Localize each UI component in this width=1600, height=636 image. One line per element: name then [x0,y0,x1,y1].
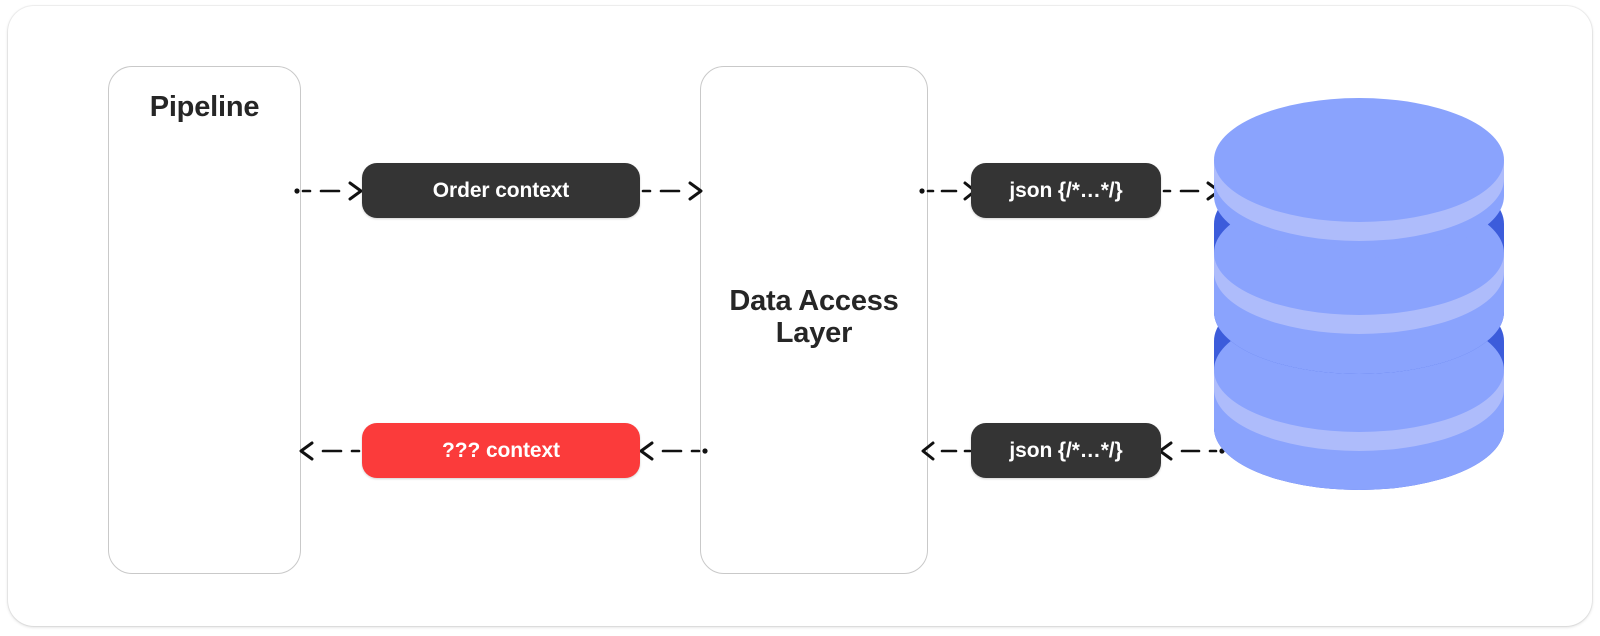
pipeline-container[interactable]: Pipeline [108,66,301,574]
connector-data-access-layer-to-unknown-context [633,439,709,463]
data-access-layer-label-line1: Data Access [729,285,899,317]
json-request-label: json {/*…*/} [1009,178,1123,202]
unknown-context-label: ??? context [442,438,560,462]
database-disk-top [1214,98,1504,258]
diagram-canvas: Pipeline Data Access Layer Order context… [8,6,1592,626]
data-access-layer-label-line2: Layer [775,317,853,350]
diagram-stage: Pipeline Data Access Layer Order context… [8,6,1592,626]
json-request-node[interactable]: json {/*…*/} [971,163,1161,218]
connector-order-context-to-data-access-layer [633,179,709,203]
pipeline-label: Pipeline [149,91,260,123]
json-response-label: json {/*…*/} [1009,438,1123,462]
connector-unknown-context-to-pipeline [293,439,369,463]
database-cylinder-icon[interactable] [1214,98,1504,490]
json-response-node[interactable]: json {/*…*/} [971,423,1161,478]
unknown-context-node[interactable]: ??? context [362,423,640,478]
data-access-layer-label: Data Access Layer [701,285,927,350]
order-context-node[interactable]: Order context [362,163,640,218]
connector-pipeline-to-order-context [293,179,369,203]
data-access-layer-container[interactable]: Data Access Layer [700,66,928,574]
order-context-label: Order context [432,178,570,202]
